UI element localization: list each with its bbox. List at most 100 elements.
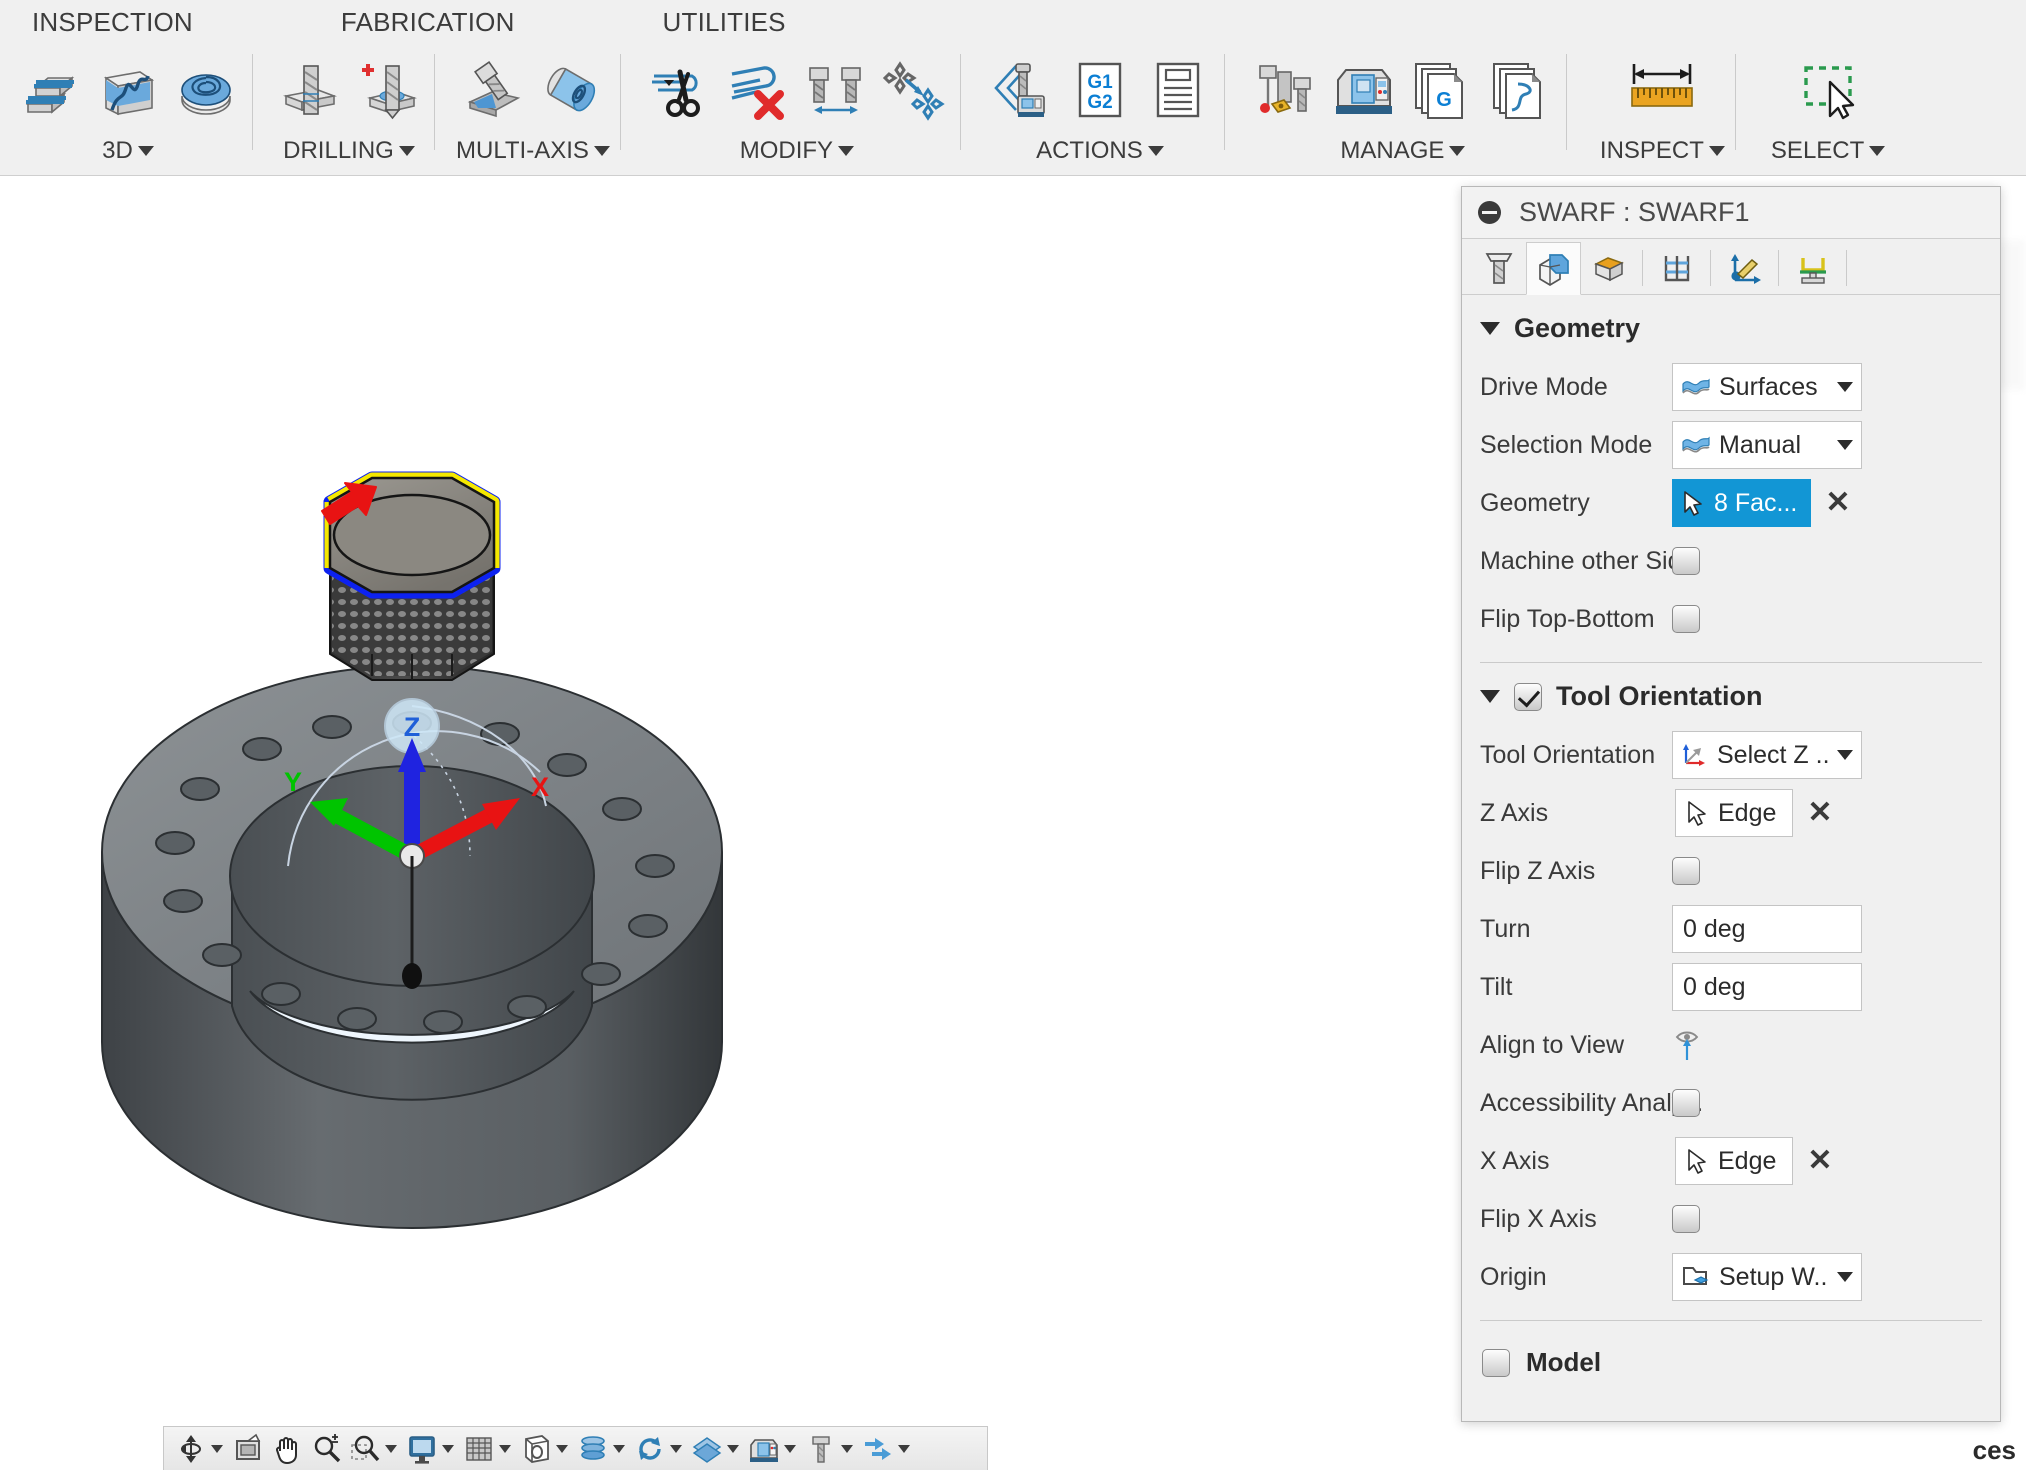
ribbon-group-label-actions[interactable]: ACTIONS — [1036, 136, 1164, 166]
clear-z-axis-icon[interactable]: ✕ — [1807, 798, 1832, 828]
scallop-3d-button[interactable] — [92, 50, 164, 130]
pan-hand-icon[interactable] — [268, 1430, 306, 1468]
visual-style-icon[interactable] — [688, 1430, 726, 1468]
delete-toolpath-button[interactable] — [722, 50, 794, 130]
drill-add-button[interactable] — [352, 50, 424, 130]
chevron-down-icon[interactable] — [838, 146, 855, 156]
tab-tool[interactable] — [1471, 241, 1526, 294]
chevron-down-icon[interactable] — [398, 146, 415, 156]
tool-change-button[interactable] — [800, 50, 872, 130]
turn-input[interactable]: 0 deg — [1672, 905, 1862, 953]
chevron-down-icon[interactable] — [1837, 1272, 1853, 1282]
orbit-nav-item[interactable] — [172, 1429, 228, 1469]
refresh-nav-item[interactable] — [631, 1429, 687, 1469]
model-checkbox[interactable] — [1482, 1348, 1510, 1377]
align-to-view-button[interactable] — [1672, 1028, 1702, 1062]
chevron-down-icon[interactable] — [613, 1444, 625, 1453]
visual-style-nav-item[interactable] — [688, 1429, 744, 1469]
swarf-button[interactable] — [458, 50, 530, 130]
chevron-down-icon[interactable] — [727, 1444, 739, 1453]
select-button[interactable] — [1780, 50, 1876, 130]
nc-program-button[interactable]: G1 G2 — [1064, 50, 1136, 130]
machine-sim-nav-item[interactable] — [745, 1429, 801, 1469]
ribbon-group-label-drilling[interactable]: DRILLING — [283, 136, 415, 166]
flip-x-axis-checkbox[interactable] — [1672, 1205, 1700, 1233]
clear-x-axis-icon[interactable]: ✕ — [1807, 1146, 1832, 1176]
tab-fabrication[interactable]: FABRICATION — [315, 0, 541, 44]
orbit-icon[interactable] — [172, 1430, 210, 1468]
setup-sheet-button[interactable] — [1142, 50, 1214, 130]
x-axis-select-button[interactable]: Edge — [1675, 1137, 1794, 1185]
post-process-button[interactable] — [986, 50, 1058, 130]
grid-snap-icon[interactable] — [460, 1430, 498, 1468]
tab-inspection[interactable]: INSPECTION — [6, 0, 219, 44]
tab-manual-nc[interactable] — [1785, 241, 1840, 294]
tab-utilities[interactable]: UTILITIES — [637, 0, 812, 44]
ribbon-group-label-modify[interactable]: MODIFY — [740, 136, 855, 166]
look-at-nav-item[interactable] — [229, 1429, 267, 1469]
drill-button[interactable] — [274, 50, 346, 130]
chevron-down-icon[interactable] — [1837, 750, 1853, 760]
triangle-down-icon[interactable] — [1480, 322, 1500, 335]
viewports-nav-item[interactable] — [517, 1429, 573, 1469]
zoom-nav-item[interactable] — [307, 1429, 345, 1469]
ribbon-group-label-manage[interactable]: MANAGE — [1340, 136, 1466, 166]
measure-button[interactable] — [1614, 50, 1710, 130]
tool-library-button[interactable] — [1250, 50, 1322, 130]
chevron-down-icon[interactable] — [1449, 146, 1466, 156]
3d-viewport[interactable]: Z Y X — [0, 176, 1488, 1470]
chevron-down-icon[interactable] — [1837, 382, 1853, 392]
stock-sim-icon[interactable] — [859, 1430, 897, 1468]
chevron-down-icon[interactable] — [1147, 146, 1164, 156]
zoom-window-nav-item[interactable] — [346, 1429, 402, 1469]
template-library-button[interactable] — [1484, 50, 1556, 130]
tab-geometry[interactable] — [1526, 242, 1581, 295]
stock-sim-nav-item[interactable] — [859, 1429, 915, 1469]
dialog-title-bar[interactable]: SWARF : SWARF1 — [1462, 187, 2000, 239]
tilt-input[interactable]: 0 deg — [1672, 963, 1862, 1011]
drive-mode-combo[interactable]: Surfaces — [1672, 363, 1862, 411]
flip-z-axis-checkbox[interactable] — [1672, 857, 1700, 885]
machine-sim-icon[interactable] — [745, 1430, 783, 1468]
pan-nav-item[interactable] — [268, 1429, 306, 1469]
tool-orientation-section-header[interactable]: Tool Orientation — [1462, 663, 2000, 726]
machine-library-button[interactable] — [1328, 50, 1400, 130]
tool-view-nav-item[interactable] — [802, 1429, 858, 1469]
ribbon-group-label-multi-axis[interactable]: MULTI-AXIS — [456, 136, 610, 166]
selection-mode-combo[interactable]: Manual — [1672, 421, 1862, 469]
look-at-icon[interactable] — [229, 1430, 267, 1468]
z-axis-select-button[interactable]: Edge — [1675, 789, 1794, 837]
tool-orientation-combo[interactable]: Select Z ... — [1672, 731, 1862, 779]
minus-circle-icon[interactable] — [1478, 201, 1501, 224]
triangle-down-icon[interactable] — [1480, 690, 1500, 703]
chevron-down-icon[interactable] — [442, 1444, 454, 1453]
model-section-header[interactable]: Model — [1462, 1321, 2000, 1378]
chevron-down-icon[interactable] — [137, 146, 154, 156]
chevron-down-icon[interactable] — [898, 1444, 910, 1453]
machine-other-side-checkbox[interactable] — [1672, 547, 1700, 575]
multi-axis-contour-button[interactable] — [536, 50, 608, 130]
accessibility-analysis-checkbox[interactable] — [1672, 1089, 1700, 1117]
layers-stack-icon[interactable] — [574, 1430, 612, 1468]
origin-combo[interactable]: Setup W... — [1672, 1253, 1862, 1301]
parallel-3d-button[interactable] — [14, 50, 86, 130]
ribbon-group-label-select[interactable]: SELECT — [1771, 136, 1886, 166]
zoom-icon[interactable] — [307, 1430, 345, 1468]
selected-octagon-part[interactable] — [321, 471, 501, 681]
tool-view-icon[interactable] — [802, 1430, 840, 1468]
post-library-button[interactable]: G — [1406, 50, 1478, 130]
chevron-down-icon[interactable] — [499, 1444, 511, 1453]
chevron-down-icon[interactable] — [1837, 440, 1853, 450]
ribbon-group-label-inspect[interactable]: INSPECT — [1600, 136, 1725, 166]
chevron-down-icon[interactable] — [556, 1444, 568, 1453]
geometry-select-button[interactable]: 8 Fac... — [1672, 479, 1812, 527]
flip-top-bottom-checkbox[interactable] — [1672, 605, 1700, 633]
viewports-icon[interactable] — [517, 1430, 555, 1468]
tool-orientation-enable-checkbox[interactable] — [1514, 682, 1542, 711]
chevron-down-icon[interactable] — [841, 1444, 853, 1453]
transform-button[interactable] — [878, 50, 950, 130]
display-settings-nav-item[interactable] — [403, 1429, 459, 1469]
tab-passes[interactable] — [1649, 241, 1704, 294]
grid-snap-nav-item[interactable] — [460, 1429, 516, 1469]
ribbon-group-label-3d[interactable]: 3D — [102, 136, 154, 166]
